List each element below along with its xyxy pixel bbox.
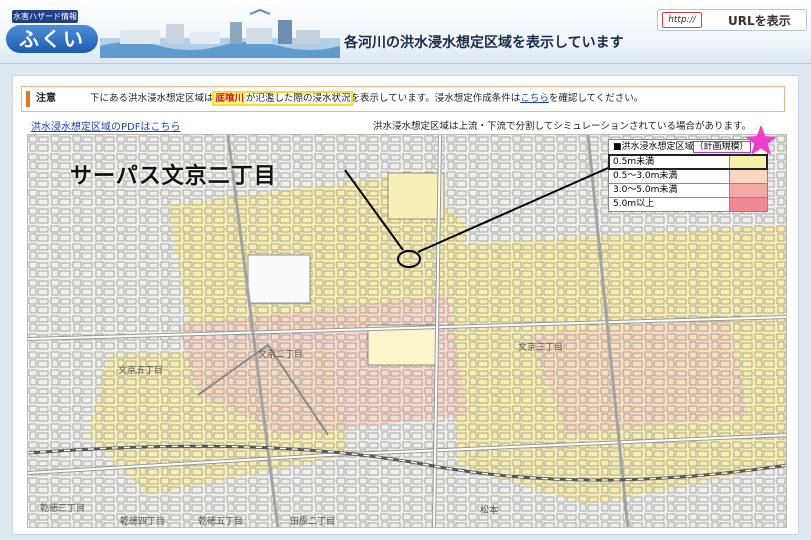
show-url-button[interactable]: http:// URLを表示 <box>657 9 807 31</box>
site-logo[interactable]: 水害ハザード情報 ふくい <box>6 8 102 56</box>
legend-label: 3.0～5.0m未満 <box>613 185 678 195</box>
river-highlight: 底喰川 が氾濫した際の浸水状況 <box>211 91 353 106</box>
river-name: 底喰川 <box>213 93 247 104</box>
area-label: 乾徳五丁目 <box>198 515 243 527</box>
logo-subtitle: 水害ハザード情報 <box>12 10 78 23</box>
area-label: 文京五丁目 <box>118 364 163 376</box>
legend-label: 0.5～3.0m未満 <box>613 171 678 181</box>
notice-text: 下にある洪水浸水想定区域は 底喰川 が氾濫した際の浸水状況を表示しています。浸水想定… <box>90 91 644 106</box>
content-panel: 注意 下にある洪水浸水想定区域は 底喰川 が氾濫した際の浸水状況を表示しています。浸… <box>12 75 799 535</box>
star-icon <box>745 125 777 155</box>
legend-swatch <box>729 184 767 197</box>
area-label: 文京三丁目 <box>518 341 563 353</box>
area-label: 乾徳四丁目 <box>120 515 165 527</box>
notice-text-after: を表示しています。浸水想定作成条件は <box>350 93 521 104</box>
show-url-label: URLを表示 <box>728 14 791 28</box>
legend-row: 5.0m以上 <box>609 197 767 211</box>
legend-row: 0.5～3.0m未満 <box>609 169 767 183</box>
property-callout-label: サーパス文京二丁目 <box>70 164 277 189</box>
legend-swatch <box>729 170 767 183</box>
legend-label: 5.0m以上 <box>613 199 655 209</box>
logo-title: ふくい <box>6 25 98 53</box>
legend-row: 3.0～5.0m未満 <box>609 183 767 197</box>
legend-plan-scale: （計画規模） <box>692 141 751 153</box>
split-simulation-note: 洪水浸水想定区域は上流・下流で分割してシミュレーションされている場合があります。 <box>373 121 752 132</box>
notice-text-end: を確認してください。 <box>548 93 644 104</box>
legend-title: ■洪水浸水想定区域 <box>613 142 694 152</box>
page-title: 各河川の洪水浸水想定区域を表示しています <box>344 35 624 51</box>
banner-illustration-icon <box>100 8 340 58</box>
area-label: 文京二丁目 <box>258 348 303 360</box>
flood-map[interactable]: 文京二丁目 文京三丁目 文京五丁目 乾徳三丁目 乾徳四丁目 乾徳五丁目 田原二丁… <box>27 134 787 528</box>
http-icon: http:// <box>662 12 702 28</box>
conditions-link[interactable]: こちら <box>520 93 549 104</box>
area-label: 松本 <box>480 504 498 516</box>
notice-tag: 注意 <box>26 91 78 107</box>
notice-box: 注意 下にある洪水浸水想定区域は 底喰川 が氾濫した際の浸水状況を表示しています。浸… <box>21 86 785 112</box>
pdf-link[interactable]: 洪水浸水想定区域のPDFはこちら <box>31 118 180 133</box>
site-header: 水害ハザード情報 ふくい 各河川の洪水浸水想定区域を表示しています http:/… <box>0 0 811 64</box>
area-label: 乾徳三丁目 <box>40 502 85 514</box>
legend-label: 0.5m未満 <box>613 157 655 167</box>
notice-text-before: 下にある洪水浸水想定区域は <box>90 93 214 104</box>
notice-text-highlight: が氾濫した際の浸水状況 <box>246 93 351 104</box>
legend-swatch <box>729 198 767 211</box>
area-label: 田原二丁目 <box>290 516 335 527</box>
